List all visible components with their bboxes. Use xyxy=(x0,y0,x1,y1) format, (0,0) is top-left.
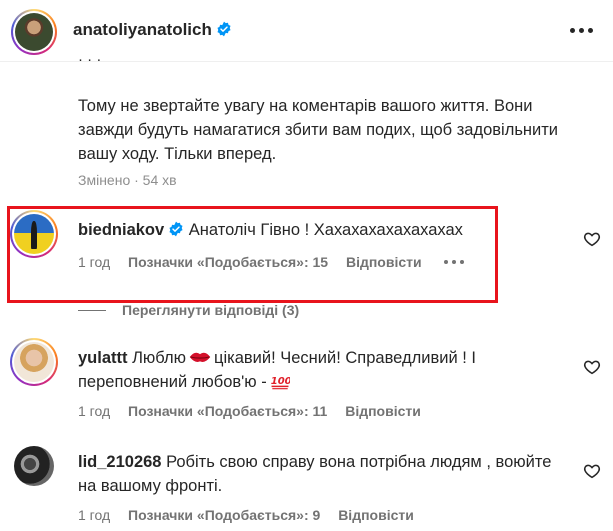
more-options-icon[interactable] xyxy=(570,28,594,36)
commenter-avatar[interactable] xyxy=(10,338,58,386)
comment-text-start: Люблю xyxy=(132,349,187,367)
caption-text: Тому не звертайте увагу на коментарів ва… xyxy=(78,97,559,163)
replies-divider xyxy=(78,310,106,311)
commenter-avatar[interactable] xyxy=(10,442,58,490)
reply-button[interactable]: Відповісти xyxy=(345,403,421,419)
comment-likes[interactable]: Позначки «Подобається»: 9 xyxy=(128,507,320,523)
view-replies-button[interactable]: Переглянути відповіді (3) xyxy=(78,302,299,318)
like-heart-icon[interactable] xyxy=(583,230,601,248)
svg-text:100: 100 xyxy=(271,376,290,387)
highlight-annotation-box xyxy=(7,206,498,303)
verified-badge-icon xyxy=(217,21,231,37)
comment-meta: 1 год Позначки «Подобається»: 9 Відповіс… xyxy=(78,507,428,523)
caption-meta: Змінено · 54 хв xyxy=(78,172,177,188)
post-header: anatoliyanatolich xyxy=(0,0,613,62)
comment-username[interactable]: yulattt xyxy=(78,349,128,367)
comment-body: yulattt Люблю цікавий! Чесний! Справедлив… xyxy=(78,346,568,394)
hundred-points-emoji-icon: 100 xyxy=(271,376,290,390)
comment-username[interactable]: lid_210268 xyxy=(78,453,161,471)
comment-body: lid_210268 Робіть свою справу вона потрі… xyxy=(78,450,568,498)
kiss-lips-emoji-icon xyxy=(189,352,211,362)
comment-time[interactable]: 1 год xyxy=(78,403,110,419)
like-heart-icon[interactable] xyxy=(583,462,601,480)
like-heart-icon[interactable] xyxy=(583,358,601,376)
author-username[interactable]: anatoliyanatolich xyxy=(73,20,232,40)
comment-meta: 1 год Позначки «Подобається»: 11 Відпові… xyxy=(78,403,435,419)
reply-button[interactable]: Відповісти xyxy=(338,507,414,523)
comment-likes[interactable]: Позначки «Подобається»: 11 xyxy=(128,403,327,419)
author-avatar[interactable] xyxy=(11,9,57,55)
comment-time[interactable]: 1 год xyxy=(78,507,110,523)
